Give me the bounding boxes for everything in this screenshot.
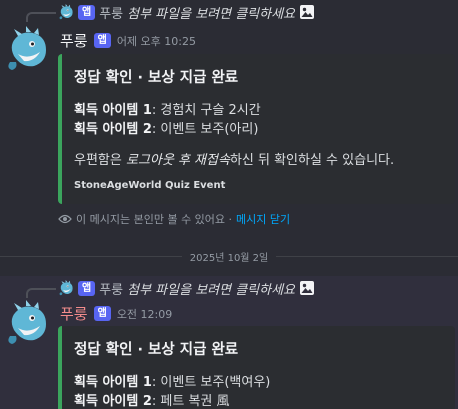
ephemeral-text: 이 메시지는 본인만 볼 수 있어요 · xyxy=(76,213,233,226)
item-label: 획득 아이템 2 xyxy=(74,394,152,409)
item-label: 획득 아이템 1 xyxy=(74,375,152,390)
username[interactable]: 푸룽 xyxy=(60,303,88,324)
reply-avatar-icon xyxy=(59,4,73,20)
message-1: 앱 푸룽 첨부 파일을 보려면 클릭하세요 푸룽 앱 어제 오후 10:25 정… xyxy=(0,0,458,240)
item-label: 획득 아이템 2 xyxy=(74,122,152,137)
reply-author: 푸룽 xyxy=(99,6,124,22)
image-icon xyxy=(300,5,315,19)
dismiss-message-link[interactable]: 메시지 닫기 xyxy=(236,211,290,227)
avatar[interactable] xyxy=(4,26,50,72)
notice-pre: 우편함은 xyxy=(74,153,126,168)
reply-connector xyxy=(26,12,56,22)
embed-title: 정답 확인 · 보상 지급 완료 xyxy=(74,342,239,358)
avatar[interactable] xyxy=(4,300,50,346)
image-icon xyxy=(300,281,315,295)
app-badge: 앱 xyxy=(78,280,96,296)
reply-text: 첨부 파일을 보려면 클릭하세요 xyxy=(127,6,296,22)
reply-preview[interactable]: 앱 푸룽 첨부 파일을 보려면 클릭하세요 xyxy=(58,2,315,22)
timestamp: 어제 오후 10:25 xyxy=(116,34,196,48)
reply-connector xyxy=(26,288,56,298)
item-value: : 경험치 구슬 2시간 xyxy=(151,103,261,118)
item-value: : 페트 복권 風 xyxy=(151,394,230,409)
app-badge: 앱 xyxy=(93,306,111,321)
timestamp: 오전 12:09 xyxy=(116,307,173,321)
embed-item-1: 획득 아이템 1: 경험치 구슬 2시간 xyxy=(74,101,441,120)
item-value: : 이벤트 보주(아리) xyxy=(151,122,259,137)
embed-item-2: 획득 아이템 2: 페트 복권 風 xyxy=(74,392,441,409)
message-header: 푸룽 앱 오전 12:09 xyxy=(60,303,172,324)
app-badge: 앱 xyxy=(78,4,96,20)
embed-item-1: 획득 아이템 1: 이벤트 보주(백여우) xyxy=(74,373,441,392)
date-divider: 2025년 10월 2일 xyxy=(0,248,458,264)
divider-date: 2025년 10월 2일 xyxy=(189,252,269,264)
eye-icon xyxy=(58,214,72,224)
embed-notice: 우편함은 로그아웃 후 재접속하신 뒤 확인하실 수 있습니다. xyxy=(74,151,441,170)
embed-title: 정답 확인 · 보상 지급 완료 xyxy=(74,70,239,86)
reply-avatar-icon xyxy=(59,280,73,296)
app-badge: 앱 xyxy=(93,33,111,48)
embed: 정답 확인 · 보상 지급 완료 획득 아이템 1: 경험치 구슬 2시간 획득… xyxy=(58,54,455,204)
item-label: 획득 아이템 1 xyxy=(74,103,152,118)
ephemeral-notice: 이 메시지는 본인만 볼 수 있어요 · 메시지 닫기 xyxy=(58,211,290,227)
divider-rule xyxy=(0,255,182,257)
embed-item-2: 획득 아이템 2: 이벤트 보주(아리) xyxy=(74,120,441,139)
notice-post: 하신 뒤 확인하실 수 있습니다. xyxy=(229,153,395,168)
message-header: 푸룽 앱 어제 오후 10:25 xyxy=(60,30,196,51)
reply-text: 첨부 파일을 보려면 클릭하세요 xyxy=(127,282,296,298)
embed-footer: StoneAgeWorld Quiz Event xyxy=(74,180,226,191)
notice-emphasis: 로그아웃 후 재접속 xyxy=(125,153,230,168)
embed: 정답 확인 · 보상 지급 완료 획득 아이템 1: 이벤트 보주(백여우) 획… xyxy=(58,326,455,409)
reply-preview[interactable]: 앱 푸룽 첨부 파일을 보려면 클릭하세요 xyxy=(58,278,315,298)
divider-rule xyxy=(276,255,458,257)
item-value: : 이벤트 보주(백여우) xyxy=(151,375,271,390)
username[interactable]: 푸룽 xyxy=(60,30,88,51)
reply-author: 푸룽 xyxy=(99,282,124,298)
message-2: 앱 푸룽 첨부 파일을 보려면 클릭하세요 푸룽 앱 오전 12:09 정답 확… xyxy=(0,276,458,409)
